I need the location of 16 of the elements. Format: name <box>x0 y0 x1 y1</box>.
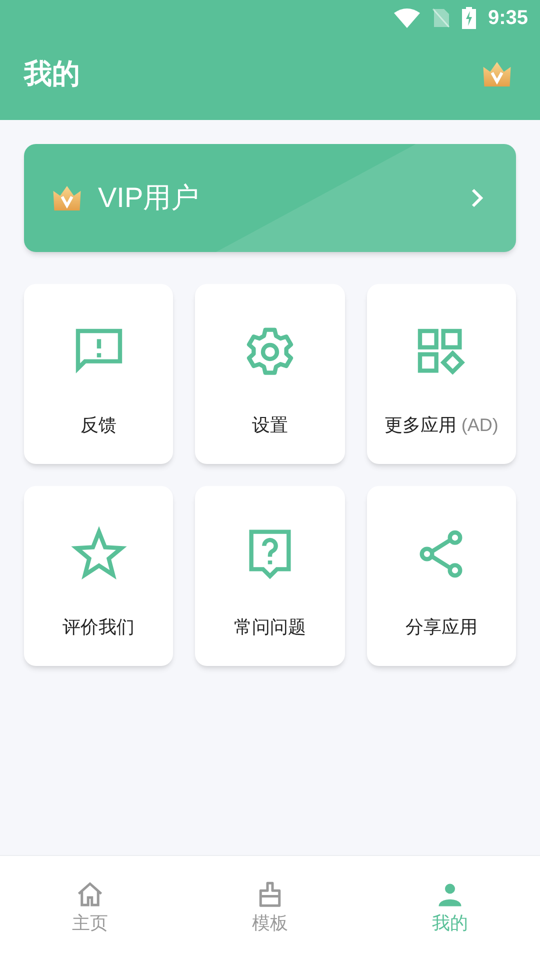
menu-card[interactable]: 设置 <box>195 284 345 464</box>
vip-crown-icon <box>52 185 82 211</box>
menu-card[interactable]: 更多应用 (AD) <box>366 284 516 464</box>
status-time: 9:35 <box>488 6 528 31</box>
wifi-icon <box>394 8 420 28</box>
no-sim-icon <box>432 8 450 28</box>
page-title: 我的 <box>24 57 80 91</box>
menu-card[interactable]: 反馈 <box>24 284 174 464</box>
chevron-right-icon <box>470 187 484 209</box>
battery-charging-icon <box>462 7 476 29</box>
vip-label: VIP用户 <box>98 181 200 215</box>
menu-card[interactable]: 评价我们 <box>24 486 174 666</box>
menu-card[interactable]: 分享应用 <box>366 486 516 666</box>
crown-icon <box>482 61 512 87</box>
star-icon <box>70 526 127 582</box>
menu-card[interactable]: 常问问题 <box>195 486 345 666</box>
